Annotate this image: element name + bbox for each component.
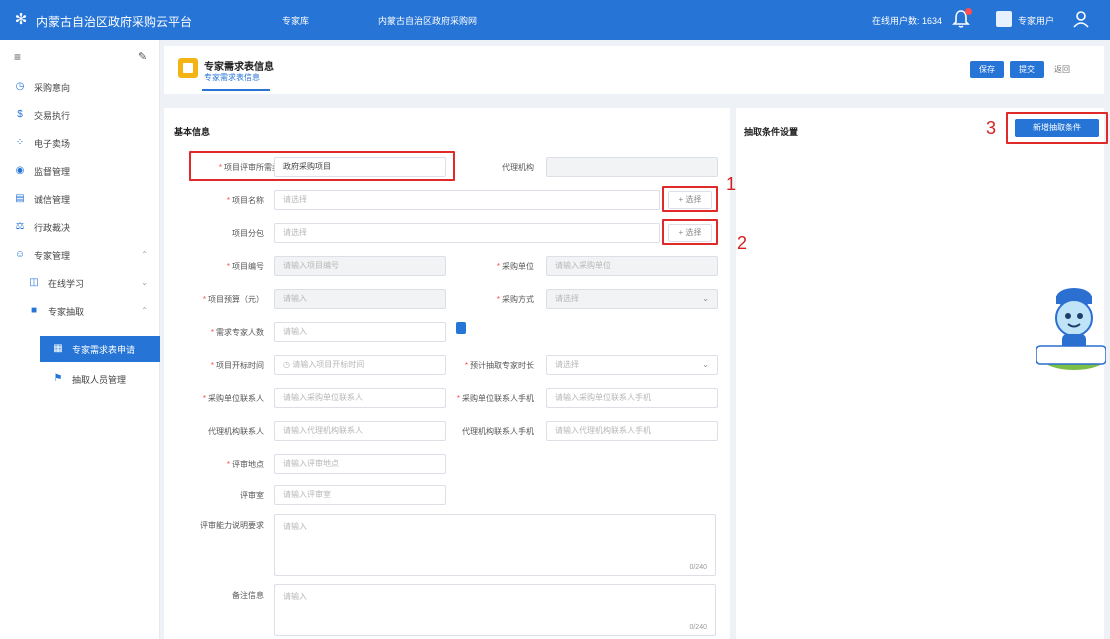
sidebar-item-ruling[interactable]: ⚖ 行政裁决 (0, 214, 160, 240)
save-button[interactable]: 保存 (970, 61, 1004, 78)
gavel-icon: ⚖ (15, 221, 25, 232)
user-icon[interactable] (1072, 9, 1090, 29)
grid-icon: ⁘ (15, 137, 25, 148)
annotation-2: 2 (737, 233, 748, 253)
annotation-3: 3 (986, 118, 997, 138)
nav-tab-expert-library[interactable]: 专家库 (282, 14, 309, 27)
sidebar-item-transaction[interactable]: $ 交易执行 (0, 102, 160, 128)
agency-input[interactable] (546, 157, 718, 177)
agency-label: 代理机构 (502, 163, 534, 172)
book-icon: ◫ (29, 277, 39, 288)
chevron-up-icon: ⌃ (141, 306, 148, 315)
extract-conditions-title: 抽取条件设置 (744, 127, 799, 137)
page-header: 专家需求表信息 专家需求表信息 保存 提交 返回 (164, 46, 1104, 94)
annotation-1: 1 (726, 174, 737, 194)
eye-icon: ◉ (15, 165, 25, 176)
page-tab[interactable]: 专家需求表信息 (204, 72, 260, 83)
purchaser-phone-input[interactable]: 请输入采购单位联系人手机 (546, 388, 718, 408)
extract-time-label: * 预计抽取专家时长 (464, 361, 534, 370)
purchase-method-select[interactable]: 请选择 ⌄ (546, 289, 718, 309)
review-location-input[interactable]: 请输入评审地点 (274, 454, 446, 474)
sidebar-item-expert-mgmt[interactable]: ☺ 专家管理 ⌃ (0, 242, 160, 268)
page-title: 专家需求表信息 (204, 62, 274, 73)
user-circle-icon: ☺ (14, 249, 26, 260)
nav-tab-procurement-site[interactable]: 内蒙古自治区政府采购网 (378, 14, 477, 27)
purchaser-contact-label: * 采购单位联系人 (202, 394, 264, 403)
highlight-project-package-select (662, 219, 718, 245)
sidebar-item-expert-request[interactable]: ▦ 专家需求表申请 (40, 336, 160, 362)
active-tab-underline (202, 89, 270, 91)
remarks-textarea[interactable]: 请输入 0/240 (274, 584, 716, 636)
sidebar-item-expert-extract[interactable]: ■ 专家抽取 ⌃ (0, 298, 160, 324)
project-package-label: 项目分包 (232, 229, 264, 238)
project-code-label: * 项目编号 (226, 262, 264, 271)
folder-icon: ■ (30, 305, 38, 316)
project-name-input[interactable]: 请选择 (274, 190, 660, 210)
sidebar-item-credit[interactable]: ▤ 诚信管理 (0, 186, 160, 212)
pin-icon[interactable]: ✎ (138, 50, 147, 63)
review-location-label: * 评审地点 (226, 460, 264, 469)
file-icon: ▦ (53, 343, 63, 354)
chevron-down-icon: ⌄ (702, 294, 709, 303)
highlight-add-condition (1006, 112, 1108, 144)
user-name[interactable]: 专家用户 (1018, 14, 1054, 27)
review-time-picker[interactable]: ◷ 请输入项目开标时间 (274, 355, 446, 375)
sidebar-item-mall[interactable]: ⁘ 电子卖场 (0, 130, 160, 156)
sidebar-item-extract-personnel[interactable]: ⚑ 抽取人员管理 (0, 366, 160, 392)
top-bar: ✻ 内蒙古自治区政府采购云平台 专家库 内蒙古自治区政府采购网 在线用户数: 1… (0, 0, 1110, 40)
chevron-down-icon: ⌄ (702, 360, 709, 369)
agency-phone-input[interactable]: 请输入代理机构联系人手机 (546, 421, 718, 441)
purchaser-label: * 采购单位 (496, 262, 534, 271)
online-users-count: 在线用户数: 1634 (872, 16, 943, 26)
chevron-up-icon: ⌃ (141, 250, 148, 259)
flag-icon: ⚑ (53, 373, 63, 384)
assistant-mascot-icon[interactable] (1035, 278, 1107, 374)
agency-contact-label: 代理机构联系人 (208, 427, 264, 436)
project-code-input[interactable]: 请输入项目编号 (274, 256, 446, 276)
agency-phone-label: 代理机构联系人手机 (462, 427, 534, 436)
purchaser-contact-input[interactable]: 请输入采购单位联系人 (274, 388, 446, 408)
purchase-method-label: * 采购方式 (496, 295, 534, 304)
agency-contact-input[interactable]: 请输入代理机构联系人 (274, 421, 446, 441)
expert-count-label: * 需求专家人数 (210, 328, 264, 337)
sidebar-item-supervision[interactable]: ◉ 监督管理 (0, 158, 160, 184)
info-icon[interactable] (456, 322, 466, 334)
char-counter: 0/240 (689, 624, 707, 631)
calendar-icon: ◷ (283, 360, 293, 369)
project-name-label: * 项目名称 (226, 196, 264, 205)
purchaser-input[interactable]: 请输入采购单位 (546, 256, 718, 276)
expert-notice-label: 评审能力说明要求 (200, 521, 264, 530)
budget-input[interactable]: 请输入 (274, 289, 446, 309)
avatar[interactable] (996, 11, 1012, 27)
sidebar-item-purchase-intent[interactable]: ◷ 采购意向 (0, 74, 160, 100)
expert-notice-textarea[interactable]: 请输入 0/240 (274, 514, 716, 576)
char-counter: 0/240 (689, 564, 707, 571)
notification-bell-icon[interactable] (952, 8, 972, 29)
project-package-input[interactable]: 请选择 (274, 223, 660, 243)
review-room-input[interactable]: 请输入评审室 (274, 485, 446, 505)
clock-icon: ◷ (15, 81, 25, 92)
sidebar: ≡ ✎ ◷ 采购意向 $ 交易执行 ⁘ 电子卖场 ◉ 监督管理 ▤ 诚信管理 ⚖ 行政裁决 … (0, 40, 160, 639)
highlight-project-name-select (662, 186, 718, 212)
expert-count-input[interactable]: 请输入 (274, 322, 446, 342)
extract-time-select[interactable]: 请选择 ⌄ (546, 355, 718, 375)
highlight-project-type (189, 151, 455, 181)
review-room-label: 评审室 (240, 491, 264, 500)
document-icon: ▤ (15, 193, 25, 204)
purchaser-phone-label: * 采购单位联系人手机 (456, 394, 534, 403)
chevron-down-icon: ⌄ (141, 278, 148, 287)
menu-collapse-icon[interactable]: ≡ (14, 50, 21, 64)
app-title: 内蒙古自治区政府采购云平台 (36, 15, 193, 29)
page-badge-icon (178, 58, 198, 78)
sidebar-item-online-study[interactable]: ◫ 在线学习 ⌄ (0, 270, 160, 296)
remarks-label: 备注信息 (232, 591, 264, 600)
basic-info-title: 基本信息 (174, 127, 211, 137)
back-link[interactable]: 返回 (1054, 64, 1070, 75)
review-time-label: * 项目开标时间 (210, 361, 264, 370)
budget-label: * 项目预算（元） (202, 295, 264, 304)
dollar-icon: $ (17, 109, 23, 120)
platform-logo-icon: ✻ (14, 11, 28, 28)
submit-button[interactable]: 提交 (1010, 61, 1044, 78)
